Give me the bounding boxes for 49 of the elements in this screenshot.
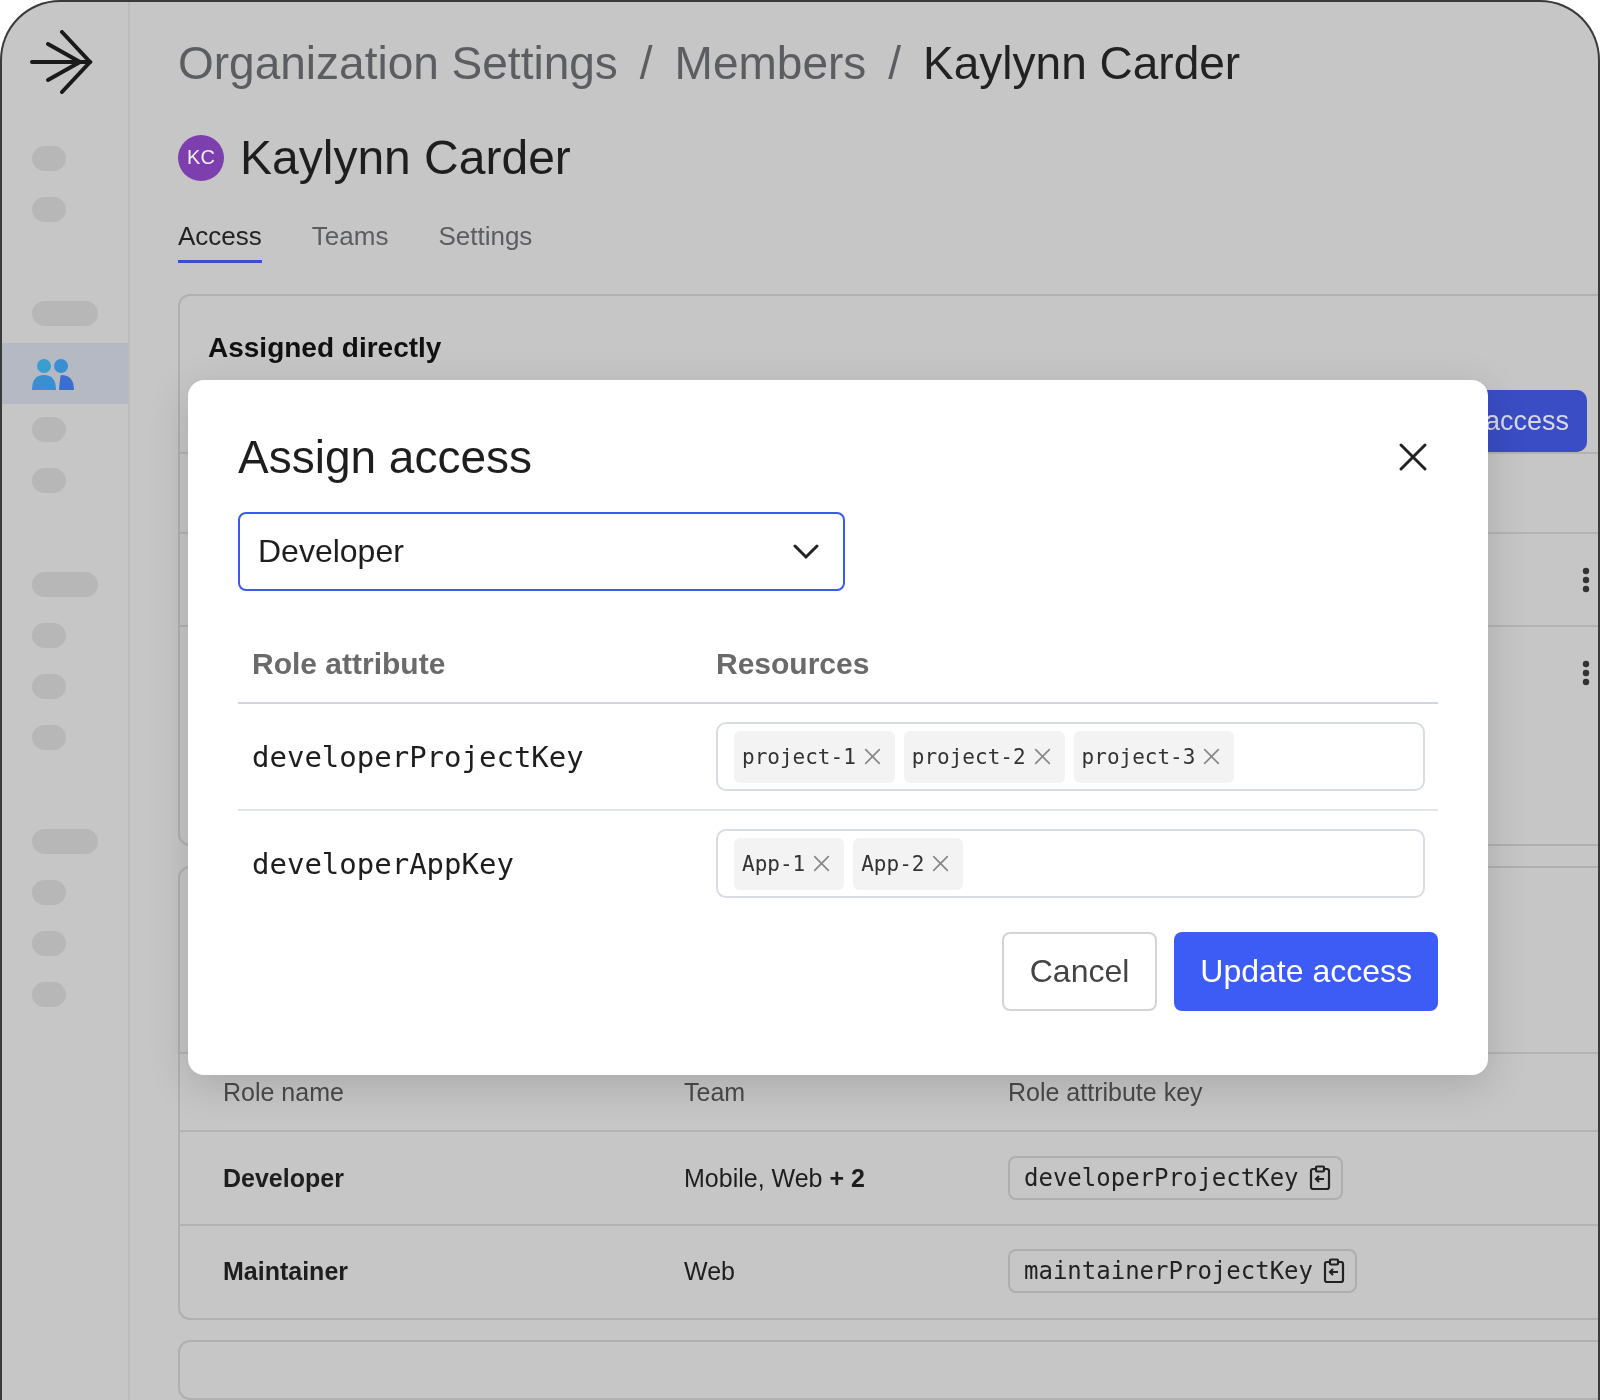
chevron-down-icon xyxy=(793,543,819,560)
breadcrumb-item[interactable]: Members xyxy=(674,35,867,91)
breadcrumb-item[interactable]: Organization Settings xyxy=(178,35,618,91)
copy-icon[interactable] xyxy=(1323,1258,1345,1285)
update-button[interactable]: Update access xyxy=(1174,932,1438,1011)
role-select[interactable]: Developer xyxy=(238,512,845,591)
people-icon[interactable] xyxy=(32,357,74,390)
role-attribute: developerProjectKey xyxy=(252,739,585,774)
column-header: Resources xyxy=(716,646,871,681)
attribute-key: developerProjectKey xyxy=(1024,1164,1299,1193)
table-cell-text: Mobile, Web + 2 xyxy=(684,1163,866,1193)
logo-icon xyxy=(30,30,94,94)
card-title: Assigned directly xyxy=(208,332,443,365)
avatar: KC xyxy=(178,134,224,181)
resource-tag: App-1 xyxy=(734,837,845,890)
remove-icon[interactable] xyxy=(932,855,950,872)
resource-tag: project-3 xyxy=(1073,730,1235,783)
member-name: Kaylynn Carder xyxy=(240,130,571,185)
remove-icon[interactable] xyxy=(813,855,831,872)
column-header: Role name xyxy=(223,1077,345,1107)
table-cell-text: Developer xyxy=(223,1163,345,1193)
resources-field[interactable]: project-1 project-2 project-3 xyxy=(716,722,1425,791)
sidebar-item[interactable] xyxy=(2,343,128,404)
more-icon[interactable] xyxy=(1582,659,1590,686)
remove-icon[interactable] xyxy=(1203,748,1221,765)
breadcrumb-separator: / xyxy=(888,36,902,91)
resource-tag: project-2 xyxy=(903,730,1065,783)
resource-tag: project-1 xyxy=(734,730,895,783)
tab[interactable]: Access xyxy=(178,221,262,263)
column-header: Role attribute key xyxy=(1008,1077,1204,1107)
column-header: Role attribute xyxy=(252,646,447,681)
cancel-button[interactable]: Cancel xyxy=(1001,932,1158,1011)
resource-tag: App-2 xyxy=(853,837,964,890)
tab[interactable]: Settings xyxy=(438,221,533,263)
more-icon[interactable] xyxy=(1582,566,1590,593)
dialog-title: Assign access xyxy=(238,430,532,484)
tab[interactable]: Teams xyxy=(311,221,389,263)
breadcrumb-separator: / xyxy=(639,36,653,91)
copy-icon[interactable] xyxy=(1308,1165,1331,1192)
close-button[interactable] xyxy=(1398,442,1428,472)
column-header: Team xyxy=(684,1077,747,1107)
table-cell-text: Web xyxy=(684,1256,736,1286)
table-cell-text: Maintainer xyxy=(223,1256,350,1286)
resources-field[interactable]: App-1 App-2 xyxy=(716,829,1425,898)
breadcrumb-item: Kaylynn Carder xyxy=(923,36,1241,91)
remove-icon[interactable] xyxy=(1033,748,1051,765)
attribute-key: maintainerProjectKey xyxy=(1024,1257,1313,1286)
remove-icon[interactable] xyxy=(863,748,881,765)
role-attribute: developerAppKey xyxy=(252,846,515,881)
